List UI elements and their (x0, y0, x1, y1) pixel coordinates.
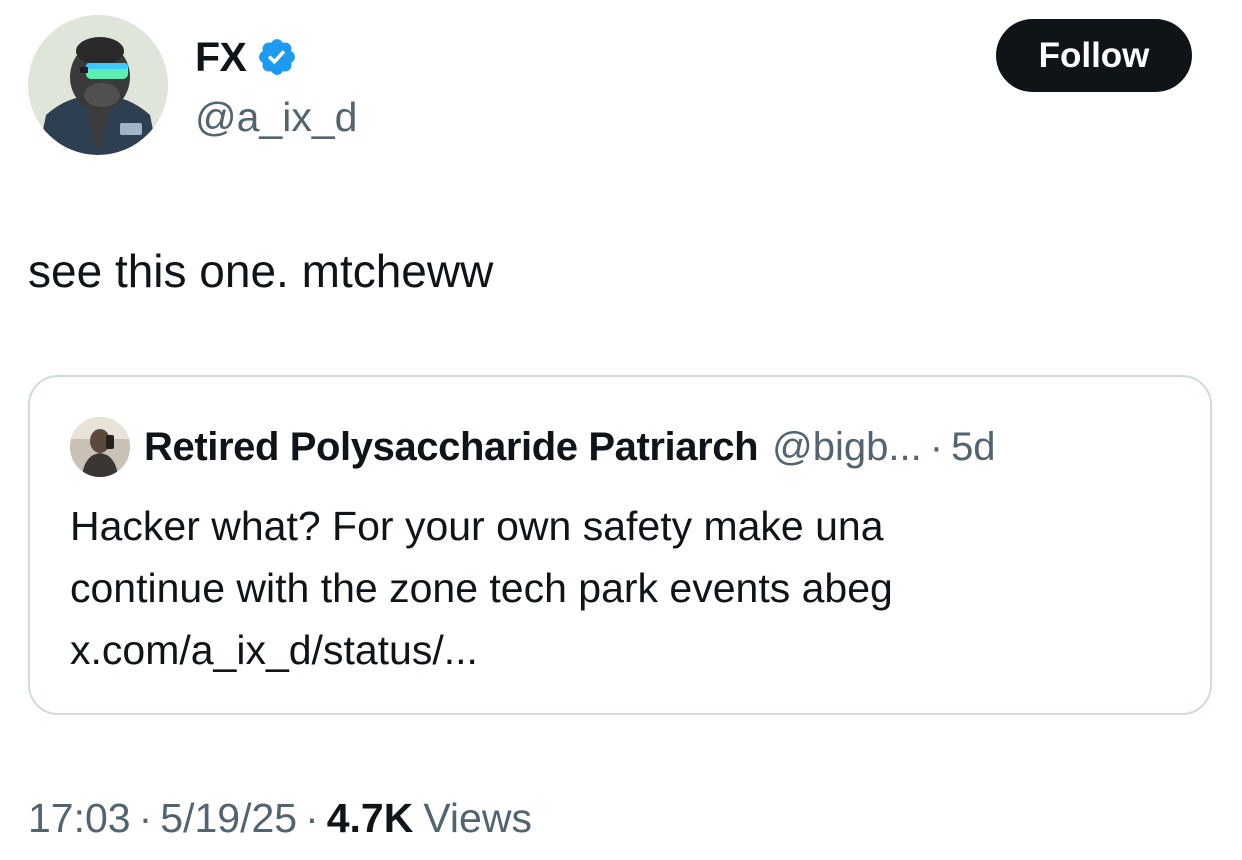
quoted-author-handle[interactable]: @bigb... (772, 425, 922, 470)
tweet: FX @a_ix_d Follow see this one. mtcheww (0, 0, 1242, 860)
meta-separator: · (138, 795, 153, 841)
quoted-tweet-link[interactable]: x.com/a_ix_d/status/... (70, 627, 478, 673)
meta-separator: · (305, 795, 319, 841)
quoted-tweet-header: Retired Polysaccharide Patriarch @bigb..… (70, 417, 996, 477)
author-handle[interactable]: @a_ix_d (195, 92, 357, 142)
follow-button[interactable]: Follow (996, 19, 1192, 92)
verified-badge-icon[interactable] (256, 36, 298, 78)
author-avatar[interactable] (28, 15, 168, 155)
quoted-tweet-age[interactable]: 5d (951, 425, 996, 470)
quoted-tweet-body: Hacker what? For your own safety make un… (70, 495, 1160, 681)
author-display-name[interactable]: FX (195, 32, 247, 82)
author-info: FX @a_ix_d (195, 32, 357, 142)
person-avatar-icon (70, 417, 130, 477)
views-count: 4.7K (326, 795, 414, 841)
quoted-author-avatar[interactable] (70, 417, 130, 477)
name-row: FX (195, 32, 357, 82)
quoted-body-line-2: continue with the zone tech park events … (70, 565, 893, 611)
tweet-meta: 17:03 · 5/19/25 · 4.7K Views (28, 792, 532, 844)
quoted-author-name[interactable]: Retired Polysaccharide Patriarch (144, 425, 759, 470)
tweet-text: see this one. mtcheww (28, 245, 494, 297)
quoted-tweet-card[interactable]: Retired Polysaccharide Patriarch @bigb..… (28, 375, 1212, 715)
views-label: Views (423, 795, 532, 841)
tweet-time[interactable]: 17:03 (28, 795, 131, 841)
gorilla-avatar-icon (28, 15, 168, 155)
tweet-date[interactable]: 5/19/25 (160, 795, 297, 841)
quoted-separator: · (929, 424, 944, 469)
quoted-body-line-1: Hacker what? For your own safety make un… (70, 503, 884, 549)
